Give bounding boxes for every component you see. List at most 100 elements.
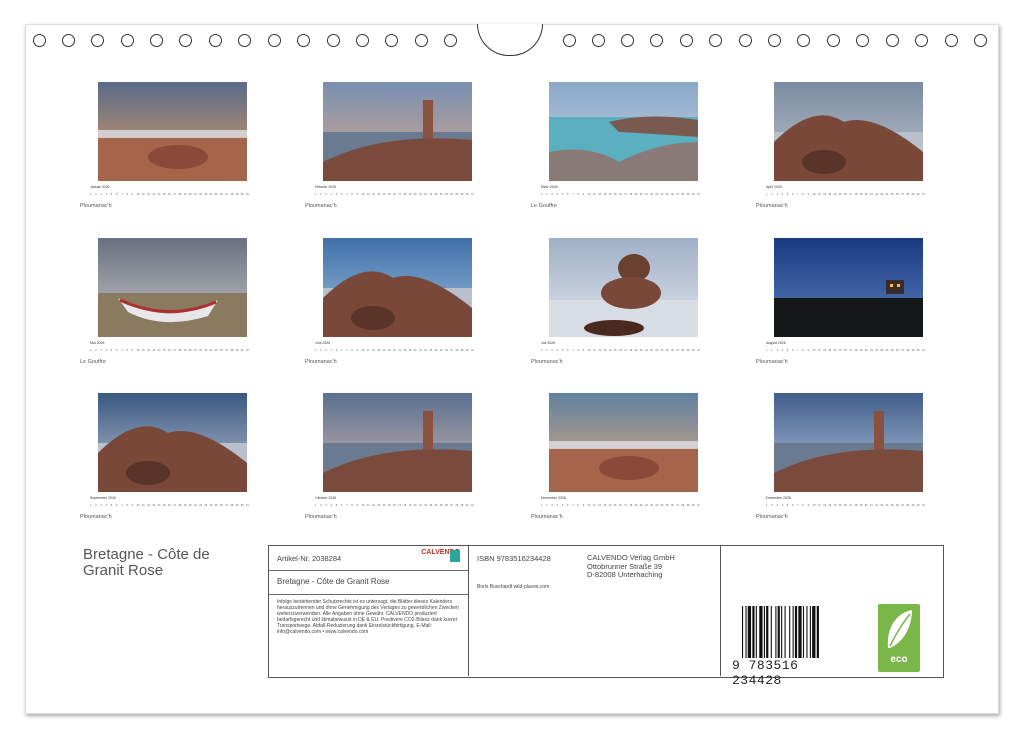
day-number: 26 (445, 504, 448, 507)
month-panel: Januar 2026 1 2 3 4 5 6 7 8 9 10 11 12 13 14 15 16 17 18 19… (80, 82, 260, 199)
day-number: 9 (131, 193, 133, 196)
day-number: 19 (859, 193, 863, 196)
day-number: 2 (771, 193, 773, 196)
day-number: 29 (235, 193, 239, 196)
calvendo-logo-mark-icon (450, 550, 460, 562)
day-number: 20 (413, 193, 417, 196)
month-panel: Juni 2026 1 2 3 4 5 6 7 8 9 10 11 12 13 14 15 16 17 18 19 20… (305, 238, 485, 355)
day-number: 23 (429, 504, 433, 507)
day-number: 1 (90, 193, 92, 196)
day-number: 11 (818, 349, 821, 352)
day-number: 16 (844, 504, 847, 507)
day-number: 4 (330, 193, 332, 196)
day-number: 22 (875, 349, 878, 352)
day-number: 30 (240, 349, 244, 352)
day-number: 12 (598, 504, 601, 507)
day-number: 23 (880, 193, 884, 196)
binding-hole (856, 34, 869, 47)
day-number: 21 (645, 504, 648, 507)
day-number: 18 (178, 193, 182, 196)
day-number: 5 (110, 349, 113, 352)
day-number: 14 (833, 193, 837, 196)
month-photo (774, 238, 923, 337)
day-number: 31 (246, 193, 249, 196)
day-number: 23 (880, 349, 884, 352)
day-number: 8 (802, 349, 804, 352)
day-number: 27 (450, 504, 453, 507)
day-number: 18 (403, 193, 407, 196)
info-column-left: Artikel-Nr. 2038284 CALVENDO Bretagne - … (269, 546, 469, 676)
day-number: 24 (434, 504, 438, 507)
author: Boris Buschardt wild-places.com (477, 584, 550, 590)
day-number: 14 (382, 193, 386, 196)
day-number: 8 (802, 504, 804, 507)
location-caption: Ploumanac'h (80, 203, 112, 209)
binding-hole (238, 34, 251, 47)
day-number: 22 (650, 193, 653, 196)
day-number: 11 (142, 193, 145, 196)
binding-hole (797, 34, 810, 47)
month-photo (774, 82, 923, 181)
month-panel: November 2026 1 2 3 4 5 6 7 8 9 10 11 12 13 14 15 16 17 18… (531, 393, 711, 510)
day-number: 11 (142, 504, 145, 507)
day-number: 18 (629, 349, 633, 352)
day-number: 9 (582, 504, 584, 507)
day-number: 21 (194, 504, 197, 507)
day-number: 28 (906, 504, 910, 507)
day-number: 5 (786, 504, 789, 507)
month-panel: April 2026 1 2 3 4 5 6 7 8 9 10 11 12 13 14 15 16 17 18 19 2… (756, 82, 936, 199)
day-number: 23 (204, 504, 208, 507)
day-number: 9 (807, 193, 809, 196)
day-number: 25 (439, 193, 443, 196)
day-number: 19 (183, 193, 187, 196)
day-number: 10 (136, 349, 140, 352)
day-number: 1 (766, 193, 768, 196)
legal-text: Infolge bestehender Schutzrechte ist es … (277, 599, 459, 635)
day-number: 10 (812, 504, 816, 507)
day-number: 7 (797, 504, 799, 507)
day-number: 3 (776, 193, 778, 196)
day-number: 29 (911, 504, 915, 507)
day-number: 1 (90, 349, 92, 352)
day-strip: 1 2 3 4 5 6 7 8 9 10 11 12 13 14 15 16 17 18 19 20 21 22 23 24 2… (90, 345, 280, 355)
day-number: 17 (849, 349, 852, 352)
day-number: 6 (792, 504, 794, 507)
day-number: 30 (465, 349, 469, 352)
day-number: 20 (188, 193, 192, 196)
day-number: 18 (178, 349, 182, 352)
day-number: 30 (465, 504, 469, 507)
day-number: 23 (880, 504, 884, 507)
day-number: 22 (199, 193, 202, 196)
day-number: 1 (766, 504, 768, 507)
day-number: 10 (812, 193, 816, 196)
day-number: 5 (786, 193, 789, 196)
day-number: 10 (587, 193, 591, 196)
day-number: 9 (582, 193, 584, 196)
day-number: 11 (367, 504, 370, 507)
day-number: 11 (367, 349, 370, 352)
day-number: 10 (361, 504, 365, 507)
day-number: 23 (655, 504, 659, 507)
day-number: 2 (771, 504, 773, 507)
day-number: 15 (613, 349, 617, 352)
day-number: 13 (828, 193, 832, 196)
day-number: 24 (434, 193, 438, 196)
day-number: 8 (126, 504, 128, 507)
day-number: 18 (178, 504, 182, 507)
day-number: 25 (665, 504, 669, 507)
day-number: 26 (445, 349, 448, 352)
day-number: 16 (168, 349, 171, 352)
day-number: 24 (660, 193, 664, 196)
day-strip: 1 2 3 4 5 6 7 8 9 10 11 12 13 14 15 16 17 18 19 20 21 22 23 24 2… (541, 500, 731, 510)
day-number: 31 (246, 349, 249, 352)
day-number: 30 (916, 349, 920, 352)
location-caption: Ploumanac'h (756, 359, 788, 365)
day-number: 22 (199, 349, 202, 352)
day-number: 12 (598, 193, 601, 196)
day-number: 29 (460, 349, 464, 352)
binding-hole (621, 34, 634, 47)
day-number: 4 (330, 504, 332, 507)
binding-hole (327, 34, 340, 47)
day-number: 22 (424, 349, 427, 352)
day-number: 24 (885, 349, 889, 352)
